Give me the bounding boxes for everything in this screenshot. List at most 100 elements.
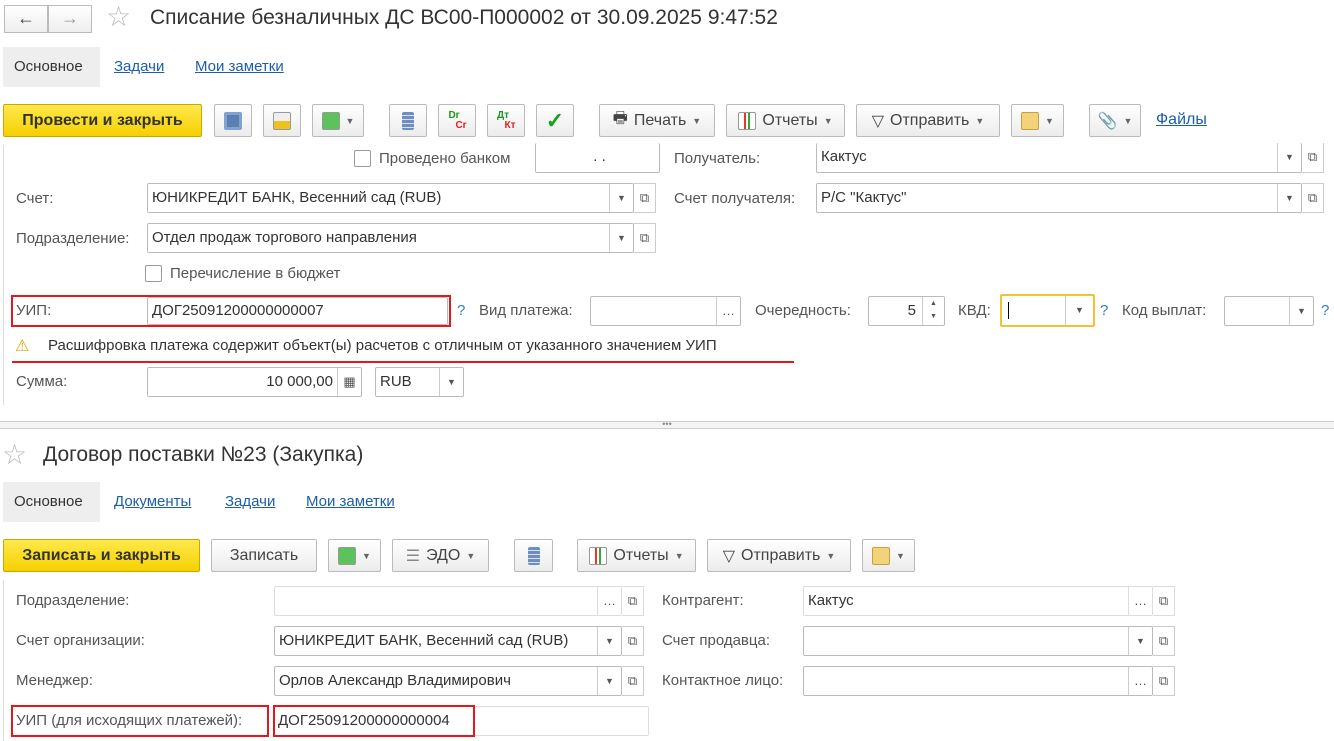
- edo-status-button[interactable]: ▼: [1011, 104, 1064, 137]
- chevron-down-icon[interactable]: ▼: [609, 224, 633, 252]
- save-button[interactable]: Записать: [211, 539, 317, 572]
- contract-title: Договор поставки №23 (Закупка): [43, 443, 364, 466]
- edo-status-button[interactable]: ▼: [862, 539, 915, 572]
- chevron-down-icon[interactable]: ▼: [439, 368, 463, 396]
- tab-notes[interactable]: Мои заметки: [295, 482, 406, 522]
- division-field[interactable]: …: [274, 586, 622, 616]
- chevron-down-icon[interactable]: ▼: [1289, 297, 1313, 325]
- tab-tasks[interactable]: Задачи: [103, 47, 175, 87]
- select-button[interactable]: …: [1128, 587, 1152, 615]
- open-seller-account-button[interactable]: ⧉: [1153, 626, 1175, 656]
- checkmark-icon: ✓: [545, 107, 565, 133]
- save-button[interactable]: [214, 104, 252, 137]
- org-account-field[interactable]: ЮНИКРЕДИТ БАНК, Весенний сад (RUB) ▼: [274, 626, 622, 656]
- send-button[interactable]: ▽ Отправить ▼: [707, 539, 851, 572]
- select-button[interactable]: …: [597, 587, 621, 615]
- open-division-button[interactable]: ⧉: [634, 223, 656, 253]
- chevron-down-icon[interactable]: ▼: [597, 667, 621, 695]
- kvd-help-icon[interactable]: ?: [1100, 302, 1108, 319]
- budget-transfer-checkbox[interactable]: [145, 265, 162, 282]
- edo-button[interactable]: ☰ ЭДО ▼: [392, 539, 489, 572]
- dt-kt-button[interactable]: Дт Кт: [487, 104, 525, 137]
- open-recipient-account-button[interactable]: ⧉: [1302, 183, 1324, 213]
- arrow-left-icon: ←: [17, 8, 35, 28]
- payment-type-field[interactable]: …: [590, 296, 741, 326]
- dr-cr-button[interactable]: Dr Cr: [438, 104, 476, 137]
- recipient-label: Получатель:: [674, 150, 761, 167]
- open-manager-button[interactable]: ⧉: [622, 666, 644, 696]
- manager-label: Менеджер:: [16, 672, 93, 689]
- open-contact-button[interactable]: ⧉: [1153, 666, 1175, 696]
- open-counterparty-button[interactable]: ⧉: [1153, 586, 1175, 616]
- open-icon: ⧉: [627, 593, 638, 608]
- open-division-button[interactable]: ⧉: [622, 586, 644, 616]
- tab-tasks[interactable]: Задачи: [214, 482, 286, 522]
- uip-help-icon[interactable]: ?: [457, 302, 465, 319]
- chevron-down-icon[interactable]: ▼: [1065, 296, 1093, 325]
- open-account-button[interactable]: ⧉: [634, 183, 656, 213]
- currency-field[interactable]: RUB ▼: [375, 367, 464, 397]
- reports-button[interactable]: Отчеты ▼: [726, 104, 845, 137]
- calculator-icon[interactable]: ▦: [337, 368, 361, 396]
- post-button[interactable]: [263, 104, 301, 137]
- uip-label: УИП:: [16, 302, 52, 319]
- priority-field[interactable]: 5 ▲ ▼: [868, 296, 945, 326]
- tab-notes[interactable]: Мои заметки: [184, 47, 295, 87]
- recipient-account-field[interactable]: Р/С "Кактус" ▼: [816, 183, 1302, 213]
- files-link[interactable]: Файлы: [1156, 111, 1207, 129]
- kvd-field[interactable]: ▼: [1000, 294, 1095, 327]
- chevron-down-icon[interactable]: ▼: [1277, 184, 1301, 212]
- tab-documents[interactable]: Документы: [103, 482, 202, 522]
- post-and-close-button[interactable]: Провести и закрыть: [3, 104, 202, 137]
- create-based-on-button[interactable]: ▼: [312, 104, 364, 137]
- recipient-field[interactable]: Кактус ▼: [816, 143, 1302, 173]
- attach-button[interactable]: 📎 ▼: [1089, 104, 1141, 137]
- manager-field[interactable]: Орлов Александр Владимирович ▼: [274, 666, 622, 696]
- favorite-star-icon[interactable]: ☆: [2, 441, 27, 469]
- tab-main[interactable]: Основное: [3, 482, 100, 522]
- open-icon: ⧉: [639, 190, 650, 205]
- save-and-close-button[interactable]: Записать и закрыть: [3, 539, 200, 572]
- select-button[interactable]: …: [716, 297, 740, 325]
- open-org-account-button[interactable]: ⧉: [622, 626, 644, 656]
- forward-button[interactable]: →: [48, 5, 92, 33]
- report-icon: [738, 111, 757, 130]
- seller-account-field[interactable]: ▼: [803, 626, 1153, 656]
- chevron-down-icon[interactable]: ▼: [597, 627, 621, 655]
- division-field[interactable]: Отдел продаж торгового направления ▼: [147, 223, 634, 253]
- warning-underline: [12, 361, 794, 363]
- paper-plane-icon: ▽: [871, 112, 885, 130]
- payout-code-label: Код выплат:: [1122, 302, 1207, 319]
- print-button[interactable]: 🖶 Печать ▼: [599, 104, 715, 137]
- chevron-down-icon[interactable]: ▼: [1277, 143, 1301, 172]
- tab-main[interactable]: Основное: [3, 47, 100, 87]
- chevron-down-icon[interactable]: ▼: [609, 184, 633, 212]
- uip-field[interactable]: ДОГ25091200000000007: [147, 297, 448, 325]
- create-based-on-button[interactable]: ▼: [328, 539, 381, 572]
- payout-code-help-icon[interactable]: ?: [1321, 302, 1329, 319]
- contact-field[interactable]: …: [803, 666, 1153, 696]
- reports-button[interactable]: Отчеты ▼: [577, 539, 696, 572]
- structure-button[interactable]: [389, 104, 427, 137]
- counterparty-field[interactable]: Кактус…: [803, 586, 1153, 616]
- report-icon: [589, 546, 608, 565]
- sum-field[interactable]: 10 000,00 ▦: [147, 367, 362, 397]
- chevron-down-icon: ▼: [1045, 115, 1054, 126]
- list-icon: [527, 546, 540, 565]
- structure-button[interactable]: [514, 539, 553, 572]
- chevron-down-icon[interactable]: ▼: [1128, 627, 1152, 655]
- check-button[interactable]: ✓: [536, 104, 574, 137]
- favorite-star-icon[interactable]: ☆: [106, 3, 131, 31]
- counterparty-label: Контрагент:: [662, 592, 744, 609]
- account-field[interactable]: ЮНИКРЕДИТ БАНК, Весенний сад (RUB) ▼: [147, 183, 634, 213]
- back-button[interactable]: ←: [4, 5, 48, 33]
- open-recipient-button[interactable]: ⧉: [1302, 143, 1324, 173]
- splitter-handle[interactable]: •••: [0, 420, 1334, 429]
- payout-code-field[interactable]: ▼: [1224, 296, 1314, 326]
- spin-icon[interactable]: ▲ ▼: [922, 297, 944, 325]
- bank-posted-checkbox[interactable]: [354, 150, 371, 167]
- select-button[interactable]: …: [1128, 667, 1152, 695]
- bank-posted-date-field[interactable]: . .: [535, 143, 660, 173]
- uip-warning-text: Расшифровка платежа содержит объект(ы) р…: [48, 337, 717, 354]
- send-button[interactable]: ▽ Отправить ▼: [856, 104, 1000, 137]
